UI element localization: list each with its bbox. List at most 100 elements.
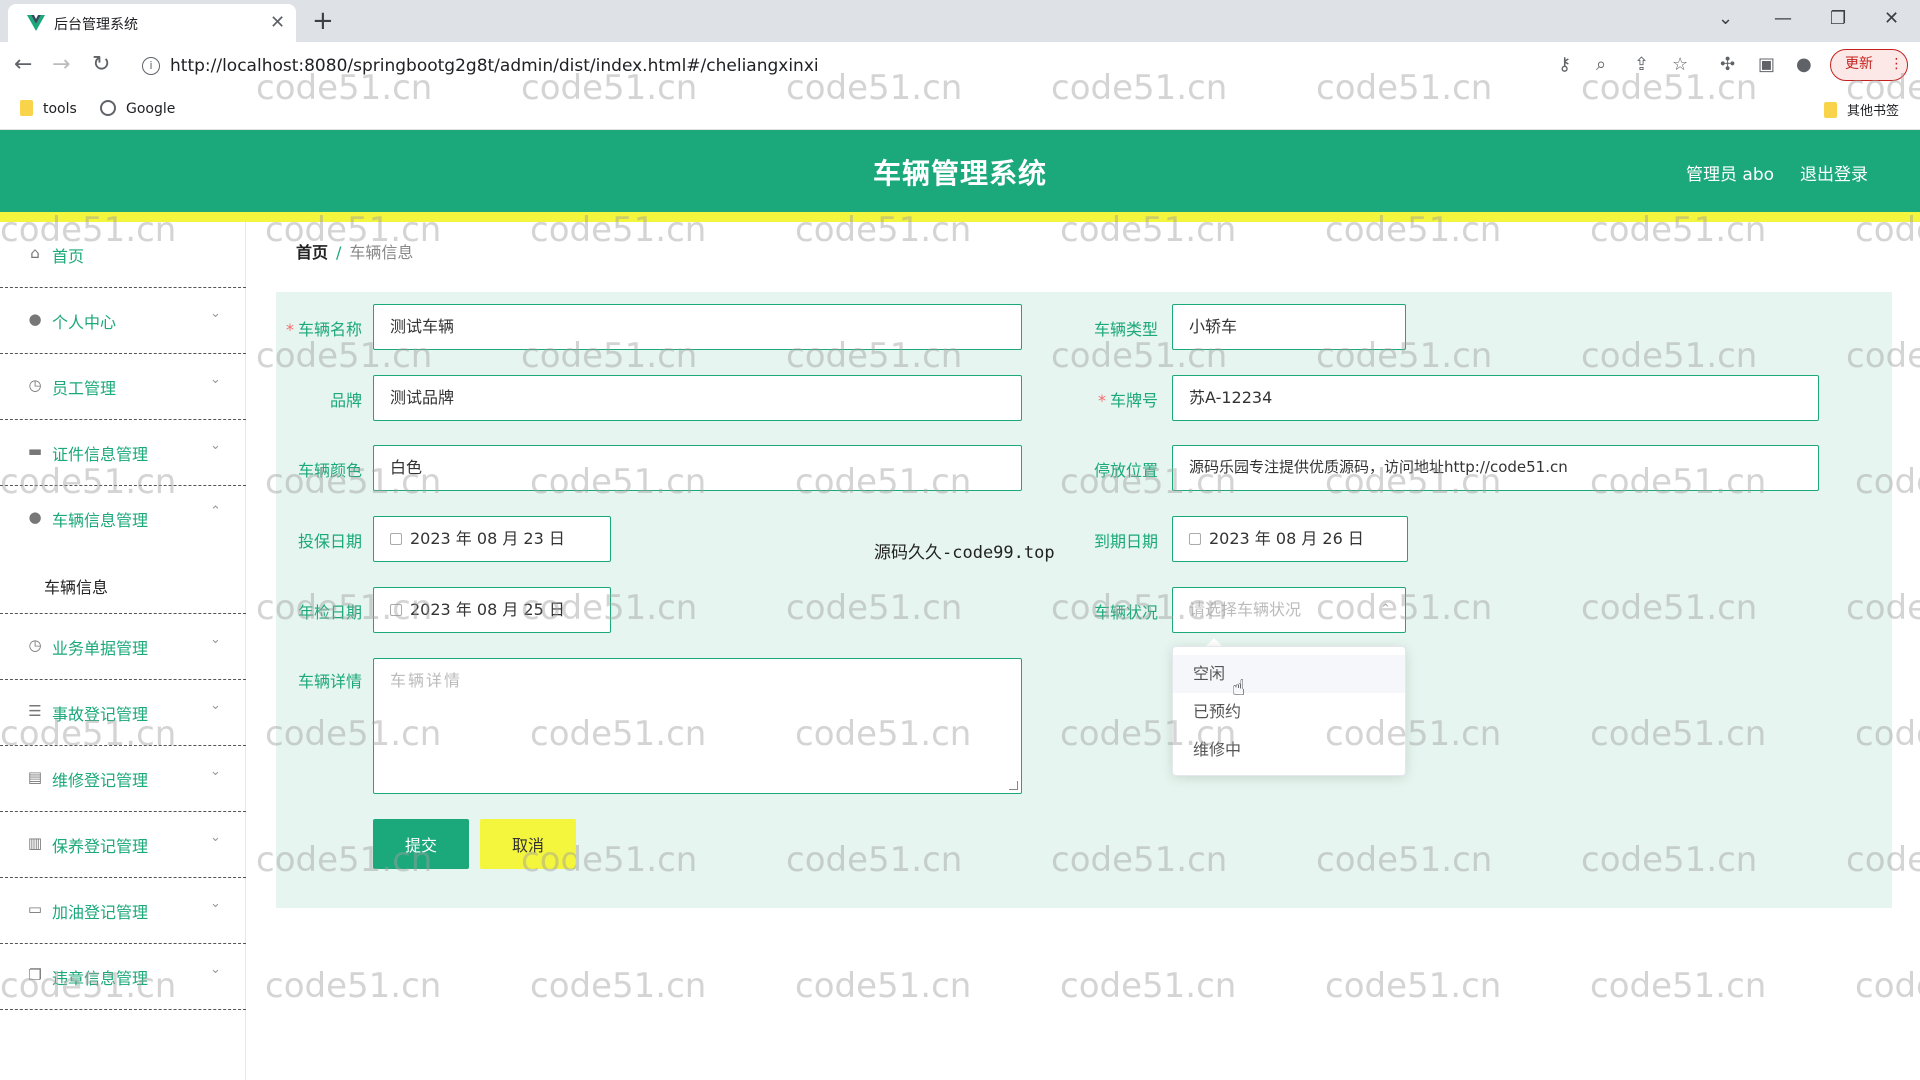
sidebar-item-fuel[interactable]: ▭ 加油登记管理 ⌄ [0,878,246,944]
address-bar: ← → ↻ i http://localhost:8080/springboot… [0,42,1920,90]
insure-date-picker[interactable]: 2023 年 08 月 23 日 [373,516,611,562]
close-tab-icon[interactable]: ✕ [270,12,285,33]
url-text[interactable]: http://localhost:8080/springbootg2g8t/ad… [170,56,819,76]
forward-icon[interactable]: → [52,52,70,78]
chevron-down-icon: ⌄ [210,830,221,845]
parking-input[interactable]: 源码乐园专注提供优质源码，访问地址http://code51.cn [1172,445,1819,491]
extensions-icon[interactable]: ✣ [1720,54,1735,75]
watermark-text: code51.cn [530,966,707,1006]
other-bookmarks[interactable]: 其他书签 [1824,100,1899,119]
sidepanel-icon[interactable]: ▣ [1758,54,1775,75]
sliders-icon: ☰ [28,702,42,720]
sidebar-item-label: 业务单据管理 [52,639,149,658]
bookmark-tools[interactable]: tools [20,100,77,117]
close-window-icon[interactable]: ✕ [1884,8,1899,29]
clock-icon: ◷ [28,376,42,394]
logout-link[interactable]: 退出登录 [1800,160,1868,185]
update-label: 更新 [1845,56,1873,72]
sidebar-item-home[interactable]: ⌂ 首页 [0,222,246,288]
plate-label: * 车牌号 [1097,391,1158,410]
sidebar-item-profile[interactable]: ● 个人中心 ⌄ [0,288,246,354]
star-icon[interactable]: ☆ [1672,54,1688,75]
inspect-date-label: 年检日期 [297,603,362,622]
minimize-icon[interactable]: — [1774,8,1792,29]
status-select[interactable]: 请选择车辆状况 ⌃ [1172,587,1406,633]
plate-input[interactable]: 苏A-12234 [1172,375,1819,421]
watermark-text: code51.cn [795,966,972,1006]
zoom-icon[interactable]: ⌕ [1596,54,1606,75]
app-title: 车辆管理系统 [872,157,1047,190]
color-input[interactable]: 白色 [373,445,1022,491]
sidebar-item-documents[interactable]: ◷ 业务单据管理 ⌄ [0,614,246,680]
submit-button[interactable]: 提交 [373,819,469,869]
globe-icon [100,100,116,116]
breadcrumb-home[interactable]: 首页 [296,243,328,262]
brand-label: 品牌 [329,391,362,410]
sidebar-item-repairs[interactable]: ▤ 维修登记管理 ⌄ [0,746,246,812]
update-button[interactable]: 更新 ⋮ [1830,49,1908,81]
profile-icon[interactable]: ● [1796,54,1812,75]
sidebar-item-label: 事故登记管理 [52,705,149,724]
details-textarea[interactable]: 车辆详情 [373,658,1022,794]
status-option-reserved[interactable]: 已预约 [1173,693,1405,731]
sidebar-item-vehicles[interactable]: ● 车辆信息管理 ⌃ 车辆信息 [0,486,246,614]
breadcrumb-current: 车辆信息 [349,243,414,262]
tab-search-icon[interactable]: ⌄ [1718,8,1733,29]
tab-title: 后台管理系统 [54,17,138,33]
sidebar-item-label: 维修登记管理 [52,771,149,790]
overlay-watermark-text: 源码久久-code99.top [874,543,1055,563]
app-header: 车辆管理系统 管理员 abo 退出登录 [0,130,1920,212]
omnibox[interactable]: i http://localhost:8080/springbootg2g8t/… [134,49,1554,83]
home-icon: ⌂ [30,244,40,262]
expire-date-picker[interactable]: 2023 年 08 月 26 日 [1172,516,1408,562]
sidebar-item-accidents[interactable]: ☰ 事故登记管理 ⌄ [0,680,246,746]
card-icon: ▬ [27,442,43,460]
watermark-text: code51.cn [1855,966,1920,1006]
chat-icon: ▭ [27,900,43,918]
info-icon[interactable]: i [142,57,160,75]
header-accent-strip [0,212,1920,222]
copy-icon: ❐ [28,966,42,984]
key-icon[interactable]: ⚷ [1558,54,1571,75]
sidebar-item-label: 违章信息管理 [52,969,149,988]
sidebar-item-label: 证件信息管理 [52,445,149,464]
breadcrumb-separator: / [336,243,342,262]
cancel-button[interactable]: 取消 [480,819,576,869]
back-icon[interactable]: ← [14,52,32,78]
vehicle-name-input[interactable]: 测试车辆 [373,304,1022,350]
watermark-text: code51.cn [1590,966,1767,1006]
reload-icon[interactable]: ↻ [92,52,110,78]
new-tab-icon[interactable]: + [312,6,334,36]
resize-handle-icon[interactable] [1009,781,1018,790]
brand-input[interactable]: 测试品牌 [373,375,1022,421]
browser-tab[interactable]: 后台管理系统 ✕ [8,4,296,42]
status-option-idle[interactable]: 空闲 [1173,655,1405,693]
dropdown-caret [1206,638,1222,646]
chevron-up-icon: ⌃ [1380,602,1391,617]
folder-icon [20,100,33,116]
sidebar-item-staff[interactable]: ◷ 员工管理 ⌄ [0,354,246,420]
vehicle-type-label: 车辆类型 [1093,320,1158,339]
sidebar-item-maintenance[interactable]: ▥ 保养登记管理 ⌄ [0,812,246,878]
share-icon[interactable]: ⇪ [1634,54,1649,75]
chevron-down-icon: ⌄ [210,896,221,911]
status-option-repairing[interactable]: 维修中 [1173,731,1405,769]
sidebar: ⌂ 首页 ● 个人中心 ⌄ ◷ 员工管理 ⌄ ▬ 证件信息管理 ⌄ ● 车辆信息… [0,222,246,1080]
sidebar-item-certificates[interactable]: ▬ 证件信息管理 ⌄ [0,420,246,486]
sidebar-subitem-vehicle-info[interactable]: 车辆信息 [44,574,108,598]
breadcrumb: 首页 / 车辆信息 [296,239,413,263]
status-dropdown: 空闲 已预约 维修中 [1172,646,1406,776]
restore-icon[interactable]: ❐ [1830,8,1846,29]
sidebar-item-label: 首页 [52,247,85,266]
bookmark-google[interactable]: Google [100,100,175,117]
chevron-down-icon: ⌄ [210,438,221,453]
vehicle-type-select[interactable]: 小轿车 [1172,304,1406,350]
chevron-down-icon: ⌄ [210,372,221,387]
kebab-menu-icon[interactable]: ⋮ [1889,56,1903,72]
sidebar-item-violations[interactable]: ❐ 违章信息管理 ⌄ [0,944,246,1010]
parking-label: 停放位置 [1093,461,1158,480]
chevron-up-icon: ⌃ [210,504,221,519]
hand-cursor-icon: ☝ [1232,676,1246,701]
inspect-date-picker[interactable]: 2023 年 08 月 25 日 [373,587,611,633]
chevron-down-icon: ⌄ [210,632,221,647]
